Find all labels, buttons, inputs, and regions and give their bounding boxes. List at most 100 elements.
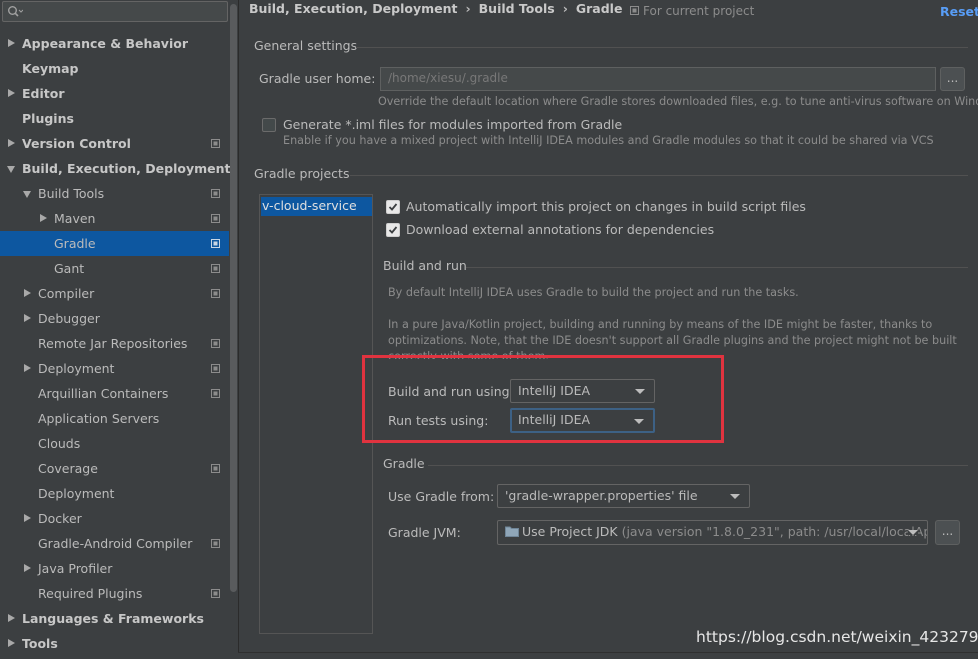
chevron-down-icon (908, 530, 918, 535)
for-current-project-hint: For current project (630, 4, 754, 18)
project-list-item[interactable]: v-cloud-service (261, 197, 372, 216)
use-gradle-from-dropdown[interactable]: 'gradle-wrapper.properties' file (497, 484, 750, 508)
sidebar-item-label: Version Control (22, 136, 131, 151)
sidebar-item-deployment[interactable]: Deployment (0, 356, 229, 381)
sidebar-item-appearance-behavior[interactable]: Appearance & Behavior (0, 31, 229, 56)
expand-arrow-right-icon[interactable] (24, 364, 31, 372)
generate-iml-checkbox[interactable] (262, 118, 276, 132)
generate-iml-label: Generate *.iml files for modules importe… (283, 117, 623, 132)
sidebar-item-label: Debugger (38, 311, 100, 326)
gradle-user-home-field[interactable]: /home/xiesu/.gradle (380, 67, 936, 91)
sidebar-item-gradle[interactable]: Gradle (0, 231, 229, 256)
sidebar-item-languages-frameworks[interactable]: Languages & Frameworks (0, 606, 229, 631)
sidebar-item-compiler[interactable]: Compiler (0, 281, 229, 306)
build-and-run-title: Build and run (383, 258, 467, 273)
expand-arrow-down-icon[interactable] (23, 191, 31, 198)
gradle-projects-title: Gradle projects (254, 166, 350, 181)
sidebar-item-label: Build, Execution, Deployment (22, 161, 231, 176)
breadcrumb-item[interactable]: Build, Execution, Deployment (249, 1, 457, 16)
download-annotations-checkbox[interactable] (386, 223, 400, 237)
sidebar-item-label: Keymap (22, 61, 79, 76)
project-level-icon (211, 589, 220, 598)
expand-arrow-right-icon[interactable] (8, 139, 15, 147)
sidebar-item-label: Remote Jar Repositories (38, 336, 188, 351)
expand-arrow-right-icon[interactable] (24, 289, 31, 297)
sidebar-item-arquillian-containers[interactable]: Arquillian Containers (0, 381, 229, 406)
browse-user-home-button[interactable]: ... (940, 67, 965, 91)
checkmark-icon (388, 226, 398, 234)
sidebar-item-build-tools[interactable]: Build Tools (0, 181, 229, 206)
sidebar-item-label: Coverage (38, 461, 98, 476)
checkmark-icon (388, 203, 398, 211)
sidebar-item-coverage[interactable]: Coverage (0, 456, 229, 481)
sidebar-item-label: Deployment (38, 361, 115, 376)
gradle-jvm-value: Use Project JDK (522, 524, 618, 539)
sidebar-item-required-plugins[interactable]: Required Plugins (0, 581, 229, 606)
project-level-icon (211, 214, 220, 223)
project-level-icon (211, 539, 220, 548)
breadcrumb-separator: › (562, 1, 568, 16)
sidebar-item-gradle-android-compiler[interactable]: Gradle-Android Compiler (0, 531, 229, 556)
sidebar-item-keymap[interactable]: Keymap (0, 56, 229, 81)
watermark-url: https://blog.csdn.net/weixin_42327945 (696, 628, 978, 646)
sidebar-item-build-execution-deployment[interactable]: Build, Execution, Deployment (0, 156, 231, 181)
settings-search-input[interactable] (2, 1, 228, 22)
project-level-icon (211, 289, 220, 298)
gradle-user-home-label: Gradle user home: (259, 71, 376, 86)
sidebar-item-label: Docker (38, 511, 82, 526)
expand-arrow-right-icon[interactable] (8, 89, 15, 97)
sidebar-item-label: Required Plugins (38, 586, 143, 601)
reset-link[interactable]: Reset (940, 4, 978, 19)
download-annotations-label: Download external annotations for depend… (406, 222, 715, 237)
browse-jvm-button[interactable]: ... (935, 520, 960, 545)
sidebar-item-docker[interactable]: Docker (0, 506, 229, 531)
sidebar-item-version-control[interactable]: Version Control (0, 131, 229, 156)
sidebar-item-label: Arquillian Containers (38, 386, 169, 401)
expand-arrow-right-icon[interactable] (8, 639, 15, 647)
breadcrumb-item[interactable]: Build Tools (479, 1, 555, 16)
folder-icon (505, 526, 519, 537)
gradle-jvm-dropdown[interactable]: Use Project JDK (java version "1.8.0_231… (497, 520, 928, 545)
auto-import-checkbox[interactable] (386, 200, 400, 214)
settings-sidebar: Appearance & Behavior Keymap Editor Plugins… (0, 0, 239, 658)
breadcrumb-separator: › (465, 1, 471, 16)
project-level-icon (211, 264, 220, 273)
build-and-run-desc: By default IntelliJ IDEA uses Gradle to … (388, 286, 799, 299)
section-divider (466, 267, 968, 268)
sidebar-item-label: Plugins (22, 111, 74, 126)
sidebar-item-debugger[interactable]: Debugger (0, 306, 229, 331)
project-level-icon (211, 239, 220, 248)
expand-arrow-right-icon[interactable] (24, 314, 31, 322)
expand-arrow-right-icon[interactable] (40, 214, 47, 222)
sidebar-item-label: Clouds (38, 436, 81, 451)
sidebar-item-editor[interactable]: Editor (0, 81, 229, 106)
sidebar-item-deployment[interactable]: Deployment (0, 481, 229, 506)
sidebar-item-label: Java Profiler (38, 561, 113, 576)
sidebar-item-maven[interactable]: Maven (0, 206, 229, 231)
gradle-jvm-label: Gradle JVM: (388, 525, 461, 540)
sidebar-item-clouds[interactable]: Clouds (0, 431, 229, 456)
sidebar-scrollbar[interactable] (230, 4, 237, 592)
sidebar-item-label: Appearance & Behavior (22, 36, 188, 51)
use-gradle-from-label: Use Gradle from: (388, 489, 495, 504)
sidebar-item-java-profiler[interactable]: Java Profiler (0, 556, 229, 581)
sidebar-item-tools[interactable]: Tools (0, 631, 229, 656)
sidebar-item-application-servers[interactable]: Application Servers (0, 406, 229, 431)
project-scope-icon (630, 6, 639, 15)
breadcrumb-item: Gradle (575, 1, 623, 16)
section-divider (350, 175, 968, 176)
sidebar-item-plugins[interactable]: Plugins (0, 106, 229, 131)
sidebar-item-remote-jar-repositories[interactable]: Remote Jar Repositories (0, 331, 229, 356)
gradle-jvm-detail: (java version "1.8.0_231", path: /usr/lo… (621, 524, 928, 539)
expand-arrow-right-icon[interactable] (8, 614, 15, 622)
sidebar-item-label: Gant (54, 261, 85, 276)
sidebar-item-label: Editor (22, 86, 65, 101)
sidebar-item-gant[interactable]: Gant (0, 256, 229, 281)
project-level-icon (211, 139, 220, 148)
expand-arrow-right-icon[interactable] (8, 39, 15, 47)
expand-arrow-down-icon[interactable] (7, 166, 15, 173)
sidebar-item-label: Languages & Frameworks (22, 611, 204, 626)
project-level-icon (211, 189, 220, 198)
expand-arrow-right-icon[interactable] (24, 564, 31, 572)
expand-arrow-right-icon[interactable] (24, 514, 31, 522)
